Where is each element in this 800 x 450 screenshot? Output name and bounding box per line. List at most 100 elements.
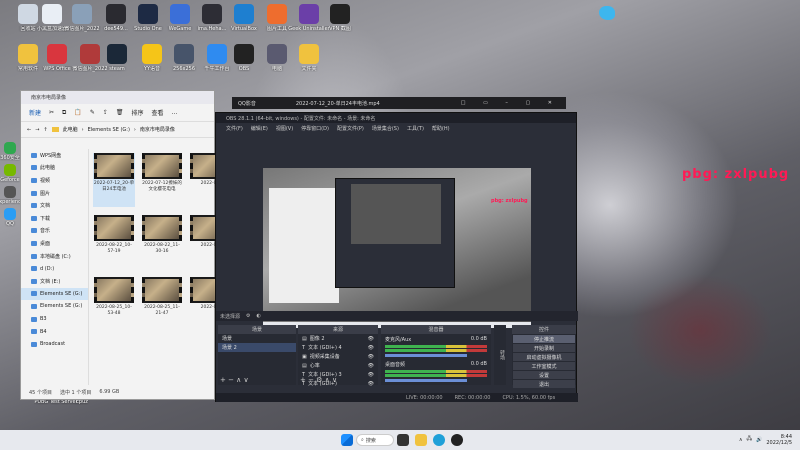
obs-taskbar-icon[interactable] <box>451 434 463 446</box>
sidebar-item[interactable]: 本地磁盘 (C:) <box>21 250 88 263</box>
folder-icon <box>31 190 37 196</box>
scene-item[interactable]: 场景 2 <box>218 343 296 352</box>
task-view-icon[interactable] <box>397 434 409 446</box>
scene-add-remove[interactable]: + − ∧ ∨ <box>220 376 249 384</box>
obs-menu-item[interactable]: 工具(T) <box>407 125 424 132</box>
edge-icon[interactable] <box>433 434 445 446</box>
visibility-icon[interactable]: 👁 <box>368 381 374 387</box>
forward-icon[interactable]: → <box>35 127 39 133</box>
up-icon[interactable]: ↑ <box>43 127 47 133</box>
selected-count: 选中 1 个项目 <box>59 389 92 396</box>
sidebar-item[interactable]: 此电脑 <box>21 162 88 175</box>
video-file-thumbnail[interactable]: 2022-08-22_11-30-16 <box>141 215 183 269</box>
obs-control-button[interactable]: 开始录制 <box>513 344 575 352</box>
obs-control-button[interactable]: 启动虚拟摄像机 <box>513 353 575 361</box>
sidebar-item[interactable]: 视频 <box>21 174 88 187</box>
mixer-desktop-db: 0.0 dB <box>470 361 487 367</box>
obs-preview[interactable]: pbg: zxlpubg <box>263 168 531 328</box>
video-file-thumbnail[interactable]: 2022-07-12_20-单日24丰电池 <box>93 153 135 207</box>
mixer-mic-name: 麦克风/Aux <box>385 337 412 343</box>
sidebar-item[interactable]: 下载 <box>21 212 88 225</box>
cut-icon[interactable]: ✂ <box>49 109 54 116</box>
sort-button[interactable]: 排序 <box>132 108 144 117</box>
source-item[interactable]: ▤ 心率 👁 <box>298 361 378 370</box>
visibility-icon[interactable]: 👁 <box>368 345 374 351</box>
obs-menu-item[interactable]: 停靠窗口(D) <box>301 125 329 132</box>
folder-icon <box>31 165 37 171</box>
transitions-header: 转场 <box>499 350 505 360</box>
new-button[interactable]: 新建 <box>29 108 41 117</box>
obs-control-button[interactable]: 工作室模式 <box>513 362 575 370</box>
obs-menu-item[interactable]: 编辑(E) <box>251 125 268 132</box>
file-explorer-window[interactable]: 南京市电局录像 新建 ✂ ⧉ 📋 ✎ ⇪ 🗑 排序 查看 ... ← → ↑ 此… <box>20 90 230 400</box>
obs-menu-item[interactable]: 场景集合(S) <box>372 125 399 132</box>
sidebar-item[interactable]: B3 <box>21 313 88 326</box>
mixer-desktop-slider[interactable] <box>385 379 467 382</box>
obs-control-button[interactable]: 设置 <box>513 371 575 379</box>
app-icon <box>42 4 62 24</box>
paste-icon[interactable]: 📋 <box>74 109 81 116</box>
scene-item[interactable]: 场景 <box>218 334 296 343</box>
source-item[interactable]: ▤ 图像 2 👁 <box>298 334 378 343</box>
obs-menu-item[interactable]: 文件(F) <box>226 125 243 132</box>
clock-date[interactable]: 2022/12/5 <box>766 440 792 446</box>
obs-menu-item[interactable]: 帮助(H) <box>432 125 450 132</box>
sidebar-item[interactable]: 文档 (E:) <box>21 275 88 288</box>
network-icon[interactable]: 🖧 <box>747 436 753 444</box>
desktop-icon[interactable]: 文件夹 <box>287 42 331 86</box>
sidebar-item[interactable]: Elements SE (G:) <box>21 300 88 313</box>
sidebar-item[interactable]: B4 <box>21 325 88 338</box>
rename-icon[interactable]: ✎ <box>90 109 95 116</box>
taskbar: ⌕ 搜索 ∧ 🖧 🔊 8:44 2022/12/5 <box>0 430 800 450</box>
obs-control-button[interactable]: 停止推流 <box>513 335 575 343</box>
window-controls[interactable]: □ ▭ – ▢ ✕ <box>461 100 560 106</box>
visibility-icon[interactable]: 👁 <box>368 372 374 378</box>
live-time: LIVE: 00:00:00 <box>406 394 443 401</box>
breadcrumb-folder[interactable]: 南京市电局录像 <box>140 126 175 133</box>
mixer-mic-slider[interactable] <box>385 354 467 357</box>
obs-window[interactable]: OBS 28.1.1 (64-bit, windows) - 配置文件: 未命名… <box>215 112 578 402</box>
sidebar-item[interactable]: d (D:) <box>21 262 88 275</box>
sidebar-item[interactable]: 桌面 <box>21 237 88 250</box>
filters-icon[interactable]: ◐ <box>257 313 261 319</box>
delete-icon[interactable]: 🗑 <box>116 109 124 116</box>
controls-panel: 控件 停止推流 开始录制 启动虚拟摄像机 工作室模式 设置 退出 <box>512 325 576 388</box>
folder-icon <box>31 253 37 259</box>
sidebar-item[interactable]: Elements SE (G:) <box>21 287 88 301</box>
back-icon[interactable]: ← <box>27 127 31 133</box>
desktop-icon[interactable]: VPN 截图 <box>318 2 362 46</box>
app-icon <box>72 4 92 24</box>
sidebar-item[interactable]: WPS网盘 <box>21 149 88 162</box>
video-file-thumbnail[interactable]: 2022-08-25_10-53-48 <box>93 277 135 331</box>
qq-player-titlebar[interactable]: QQ影音 2022-07-12_20-单日24丰电池.mp4 □ ▭ – ▢ ✕ <box>232 97 566 109</box>
obs-menu-item[interactable]: 配置文件(P) <box>337 125 364 132</box>
obs-control-button[interactable]: 退出 <box>513 380 575 388</box>
video-file-thumbnail[interactable]: 2022-08-22_10-57-19 <box>93 215 135 269</box>
explorer-taskbar-icon[interactable] <box>415 434 427 446</box>
visibility-icon[interactable]: 👁 <box>368 336 374 342</box>
source-add-remove[interactable]: + − ⚙ ∧ ∨ <box>300 376 337 384</box>
video-file-thumbnail[interactable]: 2022-07-12撩妹的文化樱花电电 <box>141 153 183 207</box>
start-icon[interactable] <box>341 434 353 446</box>
sidebar-item[interactable]: Broadcast <box>21 338 88 351</box>
copy-icon[interactable]: ⧉ <box>62 109 66 117</box>
sidebar-item[interactable]: 文档 <box>21 199 88 212</box>
visibility-icon[interactable]: 👁 <box>368 363 374 369</box>
search-box[interactable]: ⌕ 搜索 <box>356 434 394 446</box>
source-item[interactable]: T 文本 (GDI+) 4 👁 <box>298 343 378 352</box>
breadcrumb-drive[interactable]: Elements SE (G:) <box>88 127 130 133</box>
video-file-thumbnail[interactable]: 2022-08-25_11-21-47 <box>141 277 183 331</box>
volume-icon[interactable]: 🔊 <box>756 437 762 443</box>
tray-chevron-icon[interactable]: ∧ <box>739 437 743 443</box>
sidebar-item[interactable]: 音乐 <box>21 225 88 238</box>
app-icon <box>107 44 127 64</box>
view-button[interactable]: 查看 <box>152 108 164 117</box>
source-item[interactable]: ▣ 视频采集设备 👁 <box>298 352 378 361</box>
properties-icon[interactable]: ⚙ <box>246 313 250 319</box>
obs-menu-item[interactable]: 视图(V) <box>276 125 293 132</box>
sidebar-item[interactable]: 图片 <box>21 187 88 200</box>
breadcrumb-this-pc[interactable]: 此电脑 <box>63 126 78 133</box>
more-button[interactable]: ... <box>172 109 178 116</box>
share-icon[interactable]: ⇪ <box>103 109 108 116</box>
visibility-icon[interactable]: 👁 <box>368 354 374 360</box>
